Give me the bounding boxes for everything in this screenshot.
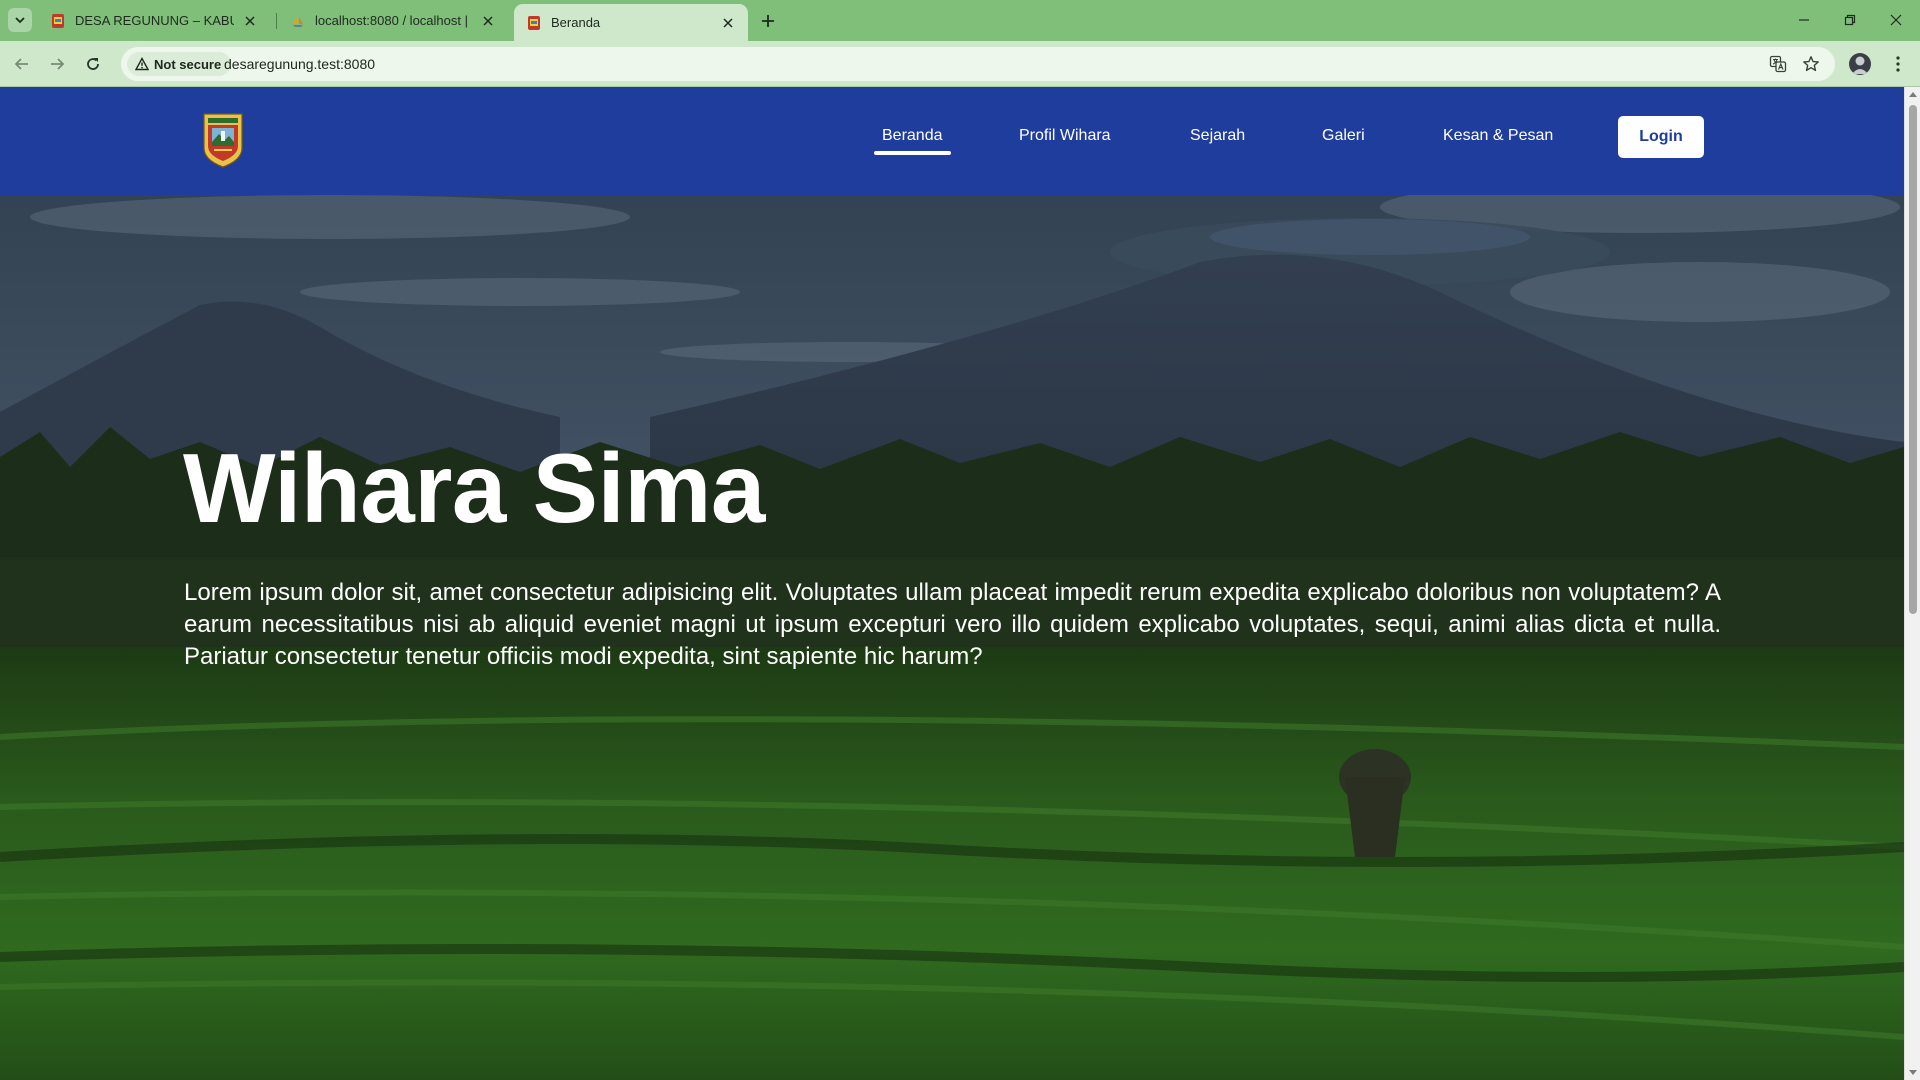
close-icon[interactable] (242, 13, 258, 29)
coat-of-arms-icon (528, 15, 540, 30)
browser-window: DESA REGUNUNG – KABUPATEN localhost:8080… (0, 0, 1920, 1080)
tab-beranda[interactable]: Beranda (514, 4, 748, 41)
site-navbar: Beranda Profil Wihara Sejarah Galeri Kes… (0, 87, 1904, 195)
hero-title: Wihara Sima (183, 433, 765, 543)
avatar-icon (1852, 56, 1868, 74)
scroll-up-arrow[interactable] (1909, 92, 1917, 97)
coat-of-arms-logo[interactable] (201, 112, 245, 168)
restore-icon (1844, 14, 1856, 26)
close-icon[interactable] (480, 13, 496, 29)
tab-strip: DESA REGUNUNG – KABUPATEN localhost:8080… (0, 0, 1920, 41)
coat-of-arms-icon (52, 13, 64, 28)
translate-icon (1769, 55, 1787, 73)
reload-icon (87, 58, 99, 70)
arrow-right-icon (51, 58, 65, 70)
security-label: Not secure (154, 56, 222, 72)
bookmark-button[interactable] (1801, 54, 1821, 74)
nav-kesan-pesan[interactable]: Kesan & Pesan (1443, 127, 1553, 145)
plus-icon (762, 15, 774, 27)
minimize-button[interactable] (1790, 8, 1818, 32)
close-window-button[interactable] (1882, 8, 1910, 32)
sailboat-icon (293, 14, 303, 27)
tab-desa-regunung[interactable]: DESA REGUNUNG – KABUPATEN (38, 4, 270, 37)
new-tab-button[interactable] (756, 9, 780, 33)
url-text[interactable]: desaregunung.test:8080 (224, 56, 375, 72)
security-chip[interactable]: Not secure (127, 52, 232, 76)
back-button[interactable] (10, 52, 34, 76)
close-icon[interactable] (720, 15, 736, 31)
restore-button[interactable] (1836, 8, 1864, 32)
tab-title: localhost:8080 / localhost | phpMyAdmin (315, 13, 472, 28)
nav-beranda[interactable]: Beranda (874, 127, 950, 155)
kebab-menu-icon (1896, 56, 1900, 72)
nav-sejarah[interactable]: Sejarah (1190, 127, 1245, 145)
scroll-down-arrow[interactable] (1909, 1070, 1917, 1075)
translate-button[interactable] (1768, 54, 1788, 74)
hero-description: Lorem ipsum dolor sit, amet consectetur … (184, 579, 1721, 670)
arrow-left-icon (14, 58, 28, 70)
forward-button[interactable] (45, 52, 69, 76)
profile-avatar[interactable] (1849, 53, 1871, 75)
close-icon (1890, 14, 1902, 26)
nav-galeri[interactable]: Galeri (1322, 127, 1365, 145)
page-scrollbar[interactable] (1904, 87, 1920, 1080)
scroll-thumb[interactable] (1909, 105, 1917, 614)
tab-search-button[interactable] (8, 8, 32, 32)
tab-title: DESA REGUNUNG – KABUPATEN (75, 13, 234, 28)
login-button[interactable]: Login (1618, 116, 1704, 158)
browser-menu-button[interactable] (1888, 53, 1908, 75)
chevron-down-icon (15, 17, 25, 24)
tab-phpmyadmin[interactable]: localhost:8080 / localhost | phpMyAdmin (278, 4, 508, 37)
warning-triangle-icon (135, 57, 149, 71)
minimize-icon (1799, 19, 1809, 21)
reload-button[interactable] (81, 52, 105, 76)
page-viewport: Beranda Profil Wihara Sejarah Galeri Kes… (0, 87, 1904, 1080)
browser-toolbar: Not secure desaregunung.test:8080 (0, 41, 1920, 87)
star-icon (1803, 56, 1819, 72)
nav-profil-wihara[interactable]: Profil Wihara (1019, 127, 1111, 145)
address-bar[interactable]: Not secure desaregunung.test:8080 (121, 47, 1835, 81)
tab-separator (276, 13, 277, 29)
tab-title: Beranda (551, 15, 601, 30)
